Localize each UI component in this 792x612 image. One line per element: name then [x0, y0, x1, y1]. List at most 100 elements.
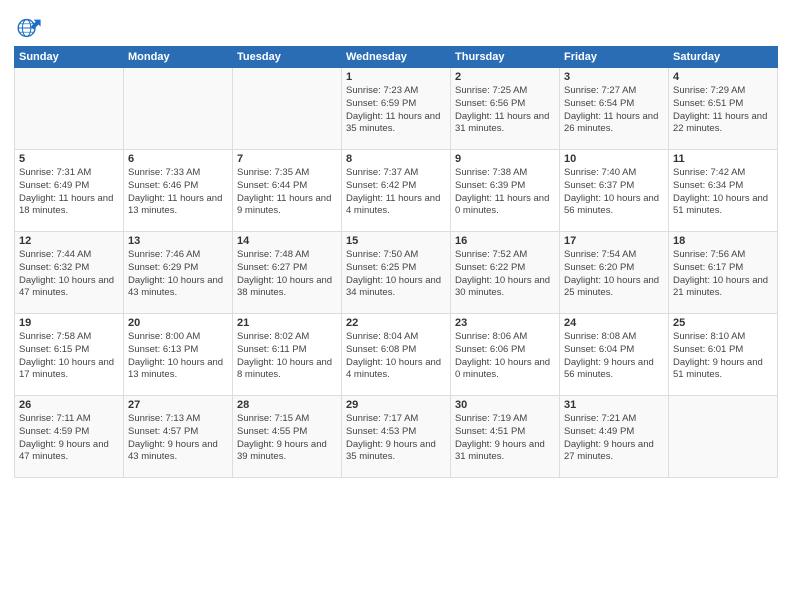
week-row-3: 12 Sunrise: 7:44 AM Sunset: 6:32 PM Dayli… [15, 232, 778, 314]
day-info: Sunrise: 7:37 AM Sunset: 6:42 PM Dayligh… [346, 167, 446, 218]
day-info: Sunrise: 7:17 AM Sunset: 4:53 PM Dayligh… [346, 413, 446, 464]
logo-icon [14, 14, 42, 42]
calendar-cell: 4 Sunrise: 7:29 AM Sunset: 6:51 PM Daylig… [669, 68, 778, 150]
day-info: Sunrise: 7:21 AM Sunset: 4:49 PM Dayligh… [564, 413, 664, 464]
day-number: 2 [455, 71, 555, 83]
day-number: 5 [19, 153, 119, 165]
day-info: Sunrise: 7:29 AM Sunset: 6:51 PM Dayligh… [673, 85, 773, 136]
header [14, 10, 778, 42]
day-number: 30 [455, 399, 555, 411]
day-number: 7 [237, 153, 337, 165]
page: SundayMondayTuesdayWednesdayThursdayFrid… [0, 0, 792, 612]
day-number: 12 [19, 235, 119, 247]
day-info: Sunrise: 7:19 AM Sunset: 4:51 PM Dayligh… [455, 413, 555, 464]
day-number: 11 [673, 153, 773, 165]
day-info: Sunrise: 7:23 AM Sunset: 6:59 PM Dayligh… [346, 85, 446, 136]
day-number: 10 [564, 153, 664, 165]
day-info: Sunrise: 8:02 AM Sunset: 6:11 PM Dayligh… [237, 331, 337, 382]
calendar-cell [15, 68, 124, 150]
day-info: Sunrise: 8:08 AM Sunset: 6:04 PM Dayligh… [564, 331, 664, 382]
day-number: 13 [128, 235, 228, 247]
day-info: Sunrise: 7:38 AM Sunset: 6:39 PM Dayligh… [455, 167, 555, 218]
calendar-cell: 24Sunrise: 8:08 AM Sunset: 6:04 PM Dayli… [560, 314, 669, 396]
day-number: 4 [673, 71, 773, 83]
week-row-5: 26 Sunrise: 7:11 AM Sunset: 4:59 PM Dayli… [15, 396, 778, 478]
calendar-cell: 31 Sunrise: 7:21 AM Sunset: 4:49 PM Dayli… [560, 396, 669, 478]
calendar-cell: 11 Sunrise: 7:42 AM Sunset: 6:34 PM Dayli… [669, 150, 778, 232]
weekday-header-saturday: Saturday [669, 47, 778, 68]
calendar-cell: 15 Sunrise: 7:50 AM Sunset: 6:25 PM Dayli… [342, 232, 451, 314]
calendar-cell: 14 Sunrise: 7:48 AM Sunset: 6:27 PM Dayli… [233, 232, 342, 314]
day-info: Sunrise: 7:50 AM Sunset: 6:25 PM Dayligh… [346, 249, 446, 300]
day-info: Sunrise: 7:42 AM Sunset: 6:34 PM Dayligh… [673, 167, 773, 218]
calendar-cell: 13 Sunrise: 7:46 AM Sunset: 6:29 PM Dayli… [124, 232, 233, 314]
calendar-cell: 7 Sunrise: 7:35 AM Sunset: 6:44 PM Daylig… [233, 150, 342, 232]
weekday-header-wednesday: Wednesday [342, 47, 451, 68]
calendar-cell: 1Sunrise: 7:23 AM Sunset: 6:59 PM Daylig… [342, 68, 451, 150]
day-number: 31 [564, 399, 664, 411]
calendar-cell: 23 Sunrise: 8:06 AM Sunset: 6:06 PM Dayli… [451, 314, 560, 396]
logo [14, 14, 44, 42]
calendar-cell [233, 68, 342, 150]
calendar-cell: 21Sunrise: 8:02 AM Sunset: 6:11 PM Dayli… [233, 314, 342, 396]
calendar-cell: 28Sunrise: 7:15 AM Sunset: 4:55 PM Dayli… [233, 396, 342, 478]
calendar-cell: 29Sunrise: 7:17 AM Sunset: 4:53 PM Dayli… [342, 396, 451, 478]
calendar-cell: 6 Sunrise: 7:33 AM Sunset: 6:46 PM Daylig… [124, 150, 233, 232]
calendar-cell: 27 Sunrise: 7:13 AM Sunset: 4:57 PM Dayli… [124, 396, 233, 478]
calendar-cell: 5 Sunrise: 7:31 AM Sunset: 6:49 PM Daylig… [15, 150, 124, 232]
calendar-cell [669, 396, 778, 478]
day-number: 6 [128, 153, 228, 165]
day-info: Sunrise: 7:40 AM Sunset: 6:37 PM Dayligh… [564, 167, 664, 218]
day-info: Sunrise: 7:25 AM Sunset: 6:56 PM Dayligh… [455, 85, 555, 136]
calendar-cell [124, 68, 233, 150]
day-info: Sunrise: 7:52 AM Sunset: 6:22 PM Dayligh… [455, 249, 555, 300]
week-row-1: 1Sunrise: 7:23 AM Sunset: 6:59 PM Daylig… [15, 68, 778, 150]
day-number: 17 [564, 235, 664, 247]
calendar-cell: 9 Sunrise: 7:38 AM Sunset: 6:39 PM Daylig… [451, 150, 560, 232]
day-number: 14 [237, 235, 337, 247]
calendar-cell: 2 Sunrise: 7:25 AM Sunset: 6:56 PM Daylig… [451, 68, 560, 150]
calendar-cell: 10 Sunrise: 7:40 AM Sunset: 6:37 PM Dayli… [560, 150, 669, 232]
day-info: Sunrise: 7:44 AM Sunset: 6:32 PM Dayligh… [19, 249, 119, 300]
day-number: 18 [673, 235, 773, 247]
day-info: Sunrise: 7:35 AM Sunset: 6:44 PM Dayligh… [237, 167, 337, 218]
calendar-cell: 30 Sunrise: 7:19 AM Sunset: 4:51 PM Dayli… [451, 396, 560, 478]
day-info: Sunrise: 7:54 AM Sunset: 6:20 PM Dayligh… [564, 249, 664, 300]
weekday-header-row: SundayMondayTuesdayWednesdayThursdayFrid… [15, 47, 778, 68]
day-info: Sunrise: 7:27 AM Sunset: 6:54 PM Dayligh… [564, 85, 664, 136]
day-number: 27 [128, 399, 228, 411]
calendar-cell: 19Sunrise: 7:58 AM Sunset: 6:15 PM Dayli… [15, 314, 124, 396]
weekday-header-thursday: Thursday [451, 47, 560, 68]
day-info: Sunrise: 7:46 AM Sunset: 6:29 PM Dayligh… [128, 249, 228, 300]
day-number: 22 [346, 317, 446, 329]
calendar-cell: 22 Sunrise: 8:04 AM Sunset: 6:08 PM Dayli… [342, 314, 451, 396]
calendar-cell: 18Sunrise: 7:56 AM Sunset: 6:17 PM Dayli… [669, 232, 778, 314]
calendar-cell: 20 Sunrise: 8:00 AM Sunset: 6:13 PM Dayli… [124, 314, 233, 396]
day-info: Sunrise: 7:31 AM Sunset: 6:49 PM Dayligh… [19, 167, 119, 218]
day-number: 26 [19, 399, 119, 411]
day-info: Sunrise: 7:11 AM Sunset: 4:59 PM Dayligh… [19, 413, 119, 464]
calendar-cell: 16Sunrise: 7:52 AM Sunset: 6:22 PM Dayli… [451, 232, 560, 314]
weekday-header-tuesday: Tuesday [233, 47, 342, 68]
day-info: Sunrise: 8:00 AM Sunset: 6:13 PM Dayligh… [128, 331, 228, 382]
day-info: Sunrise: 8:06 AM Sunset: 6:06 PM Dayligh… [455, 331, 555, 382]
calendar-cell: 26 Sunrise: 7:11 AM Sunset: 4:59 PM Dayli… [15, 396, 124, 478]
day-info: Sunrise: 8:04 AM Sunset: 6:08 PM Dayligh… [346, 331, 446, 382]
day-number: 8 [346, 153, 446, 165]
calendar-cell: 3 Sunrise: 7:27 AM Sunset: 6:54 PM Daylig… [560, 68, 669, 150]
calendar-cell: 8 Sunrise: 7:37 AM Sunset: 6:42 PM Daylig… [342, 150, 451, 232]
calendar-cell: 17 Sunrise: 7:54 AM Sunset: 6:20 PM Dayli… [560, 232, 669, 314]
day-info: Sunrise: 7:33 AM Sunset: 6:46 PM Dayligh… [128, 167, 228, 218]
day-number: 20 [128, 317, 228, 329]
day-info: Sunrise: 7:58 AM Sunset: 6:15 PM Dayligh… [19, 331, 119, 382]
day-number: 15 [346, 235, 446, 247]
day-info: Sunrise: 8:10 AM Sunset: 6:01 PM Dayligh… [673, 331, 773, 382]
day-number: 28 [237, 399, 337, 411]
day-info: Sunrise: 7:13 AM Sunset: 4:57 PM Dayligh… [128, 413, 228, 464]
day-number: 3 [564, 71, 664, 83]
day-number: 9 [455, 153, 555, 165]
weekday-header-friday: Friday [560, 47, 669, 68]
day-info: Sunrise: 7:48 AM Sunset: 6:27 PM Dayligh… [237, 249, 337, 300]
calendar-table: SundayMondayTuesdayWednesdayThursdayFrid… [14, 46, 778, 478]
day-number: 23 [455, 317, 555, 329]
